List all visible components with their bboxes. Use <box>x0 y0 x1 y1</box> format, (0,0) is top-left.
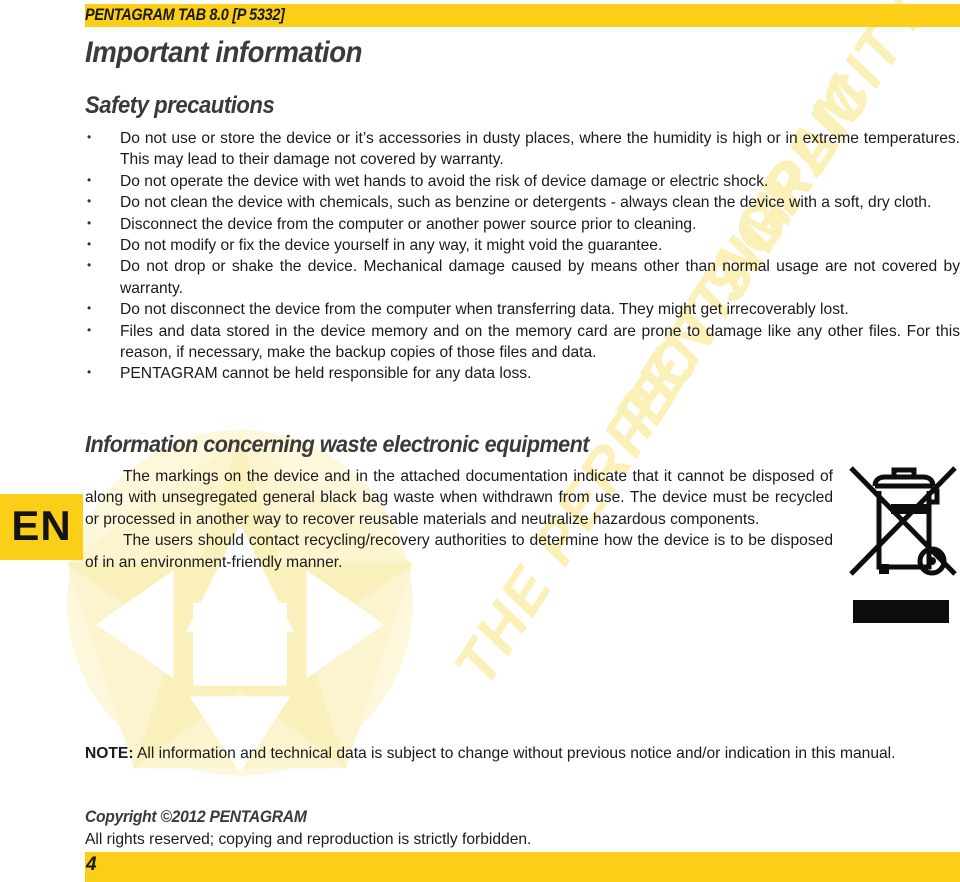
paragraph: The markings on the device and in the at… <box>85 466 833 530</box>
list-item: Disconnect the device from the computer … <box>85 213 960 235</box>
list-item: Do not use or store the device or it’s a… <box>85 127 960 171</box>
list-item: Files and data stored in the device memo… <box>85 320 960 364</box>
list-item-text: Disconnect the device from the computer … <box>120 215 697 233</box>
paragraph-text: The users should contact recycling/recov… <box>85 532 833 571</box>
note-block: NOTE: All information and technical data… <box>85 743 960 764</box>
paragraph-text: The markings on the device and in the at… <box>85 468 833 528</box>
crossed-out-wheelie-bin-icon <box>849 466 957 576</box>
list-item-text: Do not operate the device with wet hands… <box>120 172 769 190</box>
footer-banner <box>85 852 960 882</box>
list-item-text: Do not clean the device with chemicals, … <box>120 194 932 212</box>
list-item: Do not clean the device with chemicals, … <box>85 191 960 213</box>
list-item: Do not disconnect the device from the co… <box>85 298 960 320</box>
weee-solid-bar <box>853 600 949 623</box>
language-badge-en: EN <box>0 494 83 560</box>
list-item-text: PENTAGRAM cannot be held responsible for… <box>120 365 532 383</box>
copyright-line: Copyright ©2012 PENTAGRAM <box>85 807 307 826</box>
safety-precautions-list: Do not use or store the device or it’s a… <box>85 127 960 385</box>
list-item-text: Do not modify or fix the device yourself… <box>120 237 663 255</box>
waste-equipment-heading: Information concerning waste electronic … <box>85 431 589 457</box>
manual-page: PENTAGRAM THE PERFECT SIMPLICITY PENTAGR… <box>0 0 960 882</box>
page-title: Important information <box>85 36 363 69</box>
language-badge-label: EN <box>11 502 72 549</box>
list-item-text: Files and data stored in the device memo… <box>120 322 960 362</box>
list-item-text: Do not use or store the device or it’s a… <box>120 130 960 169</box>
list-item-text: Do not drop or shake the device. Mechani… <box>120 258 960 297</box>
list-item: Do not modify or fix the device yourself… <box>85 234 960 256</box>
safety-precautions-heading: Safety precautions <box>85 92 275 119</box>
page-number: 4 <box>86 854 97 875</box>
list-item: Do not operate the device with wet hands… <box>85 170 960 192</box>
note-text: All information and technical data is su… <box>133 745 896 762</box>
note-label: NOTE: <box>85 745 134 762</box>
header-banner-title: PENTAGRAM TAB 8.0 [P 5332] <box>85 6 285 24</box>
list-item: Do not drop or shake the device. Mechani… <box>85 255 960 299</box>
list-item-text: Do not disconnect the device from the co… <box>120 301 849 319</box>
paragraph: The users should contact recycling/recov… <box>85 530 833 573</box>
list-item: PENTAGRAM cannot be held responsible for… <box>85 362 960 384</box>
rights-reserved-line: All rights reserved; copying and reprodu… <box>85 831 532 848</box>
waste-equipment-body: The markings on the device and in the at… <box>85 466 833 573</box>
